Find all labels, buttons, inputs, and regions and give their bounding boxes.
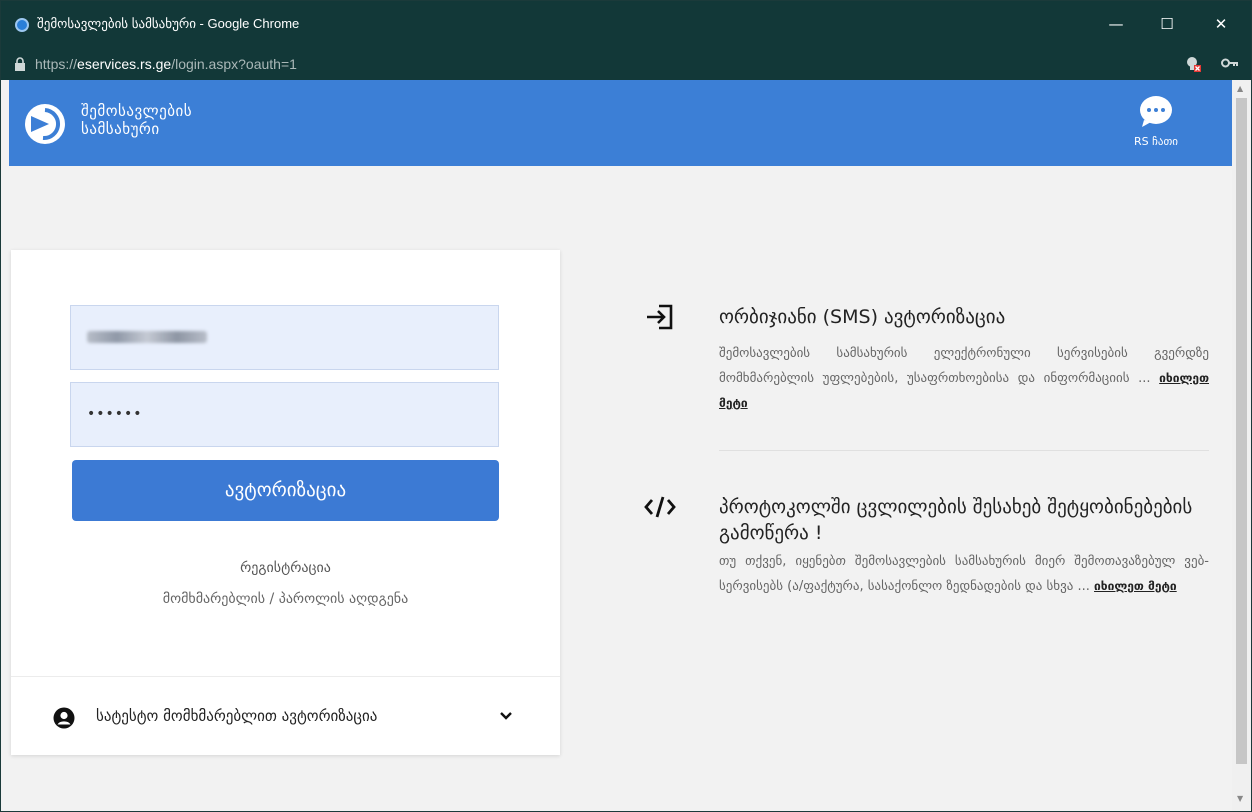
info-divider	[719, 450, 1209, 451]
code-icon	[644, 496, 676, 518]
chat-label: RS ჩათი	[1134, 135, 1178, 148]
protocol-title: პროტოკოლში ცვლილების შესახებ შეტყობინებე…	[719, 496, 1193, 544]
recover-link[interactable]: მომხმარებლის / პაროლის აღდგენა	[11, 591, 560, 607]
site-header: შემოსავლების სამსახური RS ჩათი	[9, 80, 1232, 166]
blocked-popup-icon[interactable]	[1184, 55, 1202, 73]
protocol-description: თუ თქვენ, იყენებთ შემოსავლების სამსახური…	[719, 554, 1209, 594]
protocol-more-link[interactable]: იხილეთ მეტი	[1094, 579, 1177, 593]
minimize-button[interactable]: —	[1096, 9, 1136, 39]
sms-title: ორბიჯიანი (SMS) ავტორიზაცია	[719, 306, 1006, 328]
login-arrow-icon	[647, 304, 673, 330]
chevron-down-icon	[500, 712, 512, 720]
maximize-button[interactable]: ☐	[1147, 9, 1187, 39]
blurred-username	[87, 331, 207, 343]
browser-window: შემოსავლების სამსახური - Google Chrome —…	[0, 0, 1252, 812]
sms-description: შემოსავლების სამსახურის ელექტრონული სერვ…	[719, 346, 1209, 410]
test-user-toggle[interactable]: სატესტო მომხმარებლით ავტორიზაცია	[11, 676, 560, 755]
scroll-up-icon[interactable]: ▲	[1237, 84, 1243, 93]
lock-icon	[15, 57, 25, 71]
chat-button[interactable]: RS ჩათი	[1126, 94, 1186, 158]
login-button[interactable]: ავტორიზაცია	[72, 460, 499, 521]
address-bar[interactable]: https://eservices.rs.ge/login.aspx?oauth…	[1, 49, 1251, 80]
page-scrollbar[interactable]: ▲ ▼	[1232, 80, 1251, 811]
title-bar: შემოსავლების სამსახური - Google Chrome —…	[1, 1, 1251, 49]
close-button[interactable]: ✕	[1201, 9, 1241, 39]
chat-bubble-icon	[1140, 96, 1172, 127]
test-user-label: სატესტო მომხმარებლით ავტორიზაცია	[96, 707, 378, 725]
login-card: •••••• ავტორიზაცია რეგისტრაცია მომხმარებ…	[11, 250, 560, 755]
scroll-down-icon[interactable]: ▼	[1237, 794, 1243, 803]
scrollbar-thumb[interactable]	[1236, 98, 1247, 764]
register-link[interactable]: რეგისტრაცია	[11, 560, 560, 576]
window-title: შემოსავლების სამსახური - Google Chrome	[37, 16, 300, 31]
url-text[interactable]: https://eservices.rs.ge/login.aspx?oauth…	[35, 56, 297, 72]
user-circle-icon	[53, 707, 75, 729]
password-input[interactable]: ••••••	[70, 382, 499, 447]
logo-text[interactable]: შემოსავლების სამსახური	[81, 102, 192, 138]
rs-logo-icon[interactable]	[23, 102, 67, 146]
username-input[interactable]	[70, 305, 499, 370]
favicon-icon	[15, 18, 29, 32]
key-icon[interactable]	[1221, 57, 1239, 69]
